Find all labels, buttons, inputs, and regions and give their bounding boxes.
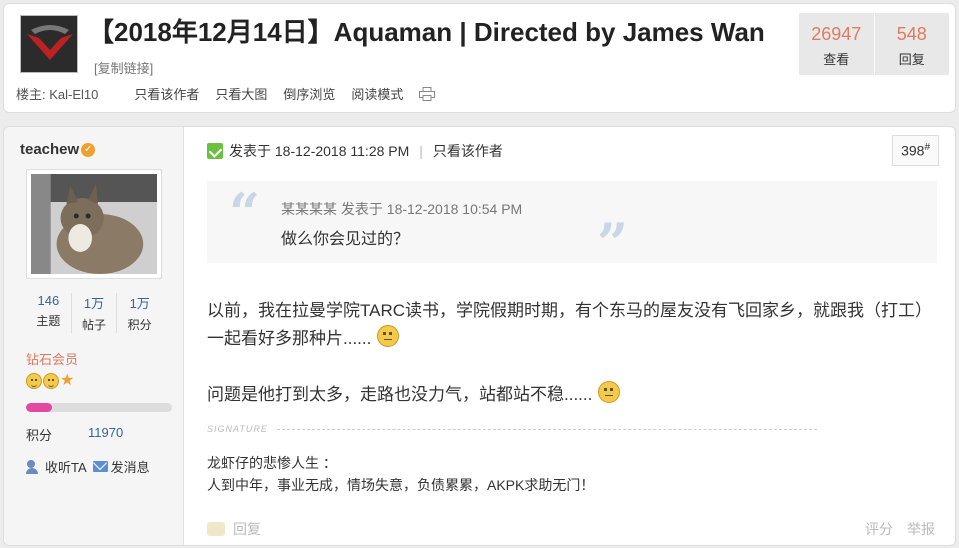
signature-divider [277,429,817,430]
rolling-eyes-emoji-icon [377,325,400,347]
thread-header: 【2018年12月14日】Aquaman | Directed by James… [3,3,956,113]
author-sidebar: teachew ✓ 146 主题 1万 帖子 1万 积分 钻石会员 ★ 积分 1… [4,127,184,545]
level-progress-fill [26,403,53,412]
floor-number-text[interactable]: 398 [901,143,924,159]
meta-separator: | [419,143,423,159]
post-meta: 发表于 18-12-2018 11:28 PM | 只看该作者 [207,141,503,161]
post-paragraph-1: 以前，我在拉曼学院TARC读书，学院假期时期，有个东马的屋友没有飞回家乡，就跟我… [207,297,927,353]
post-paragraph-2: 问题是他打到太多，走路也没力气，站都站不稳...... [207,381,927,409]
views-count: 26947 [811,24,862,44]
thread-logo [20,15,78,73]
view-author-only-link[interactable]: 只看该作者 [433,141,503,161]
post-main: 发表于 18-12-2018 11:28 PM | 只看该作者 398# “ 某… [185,127,955,545]
member-rank[interactable]: 钻石会员 [26,349,78,368]
credits-label: 积分 [127,318,152,332]
view-author-only-link[interactable]: 只看该作者 [134,84,199,103]
follow-button[interactable]: 收听TA [26,457,87,476]
reading-mode-link[interactable]: 阅读模式 [351,84,403,103]
copy-link[interactable]: [复制链接] [94,61,153,76]
view-large-images-link[interactable]: 只看大图 [215,84,267,103]
points-row: 积分 11970 [26,425,166,444]
posts-label: 帖子 [82,318,107,332]
author-avatar[interactable] [26,169,162,279]
thread-stats: 26947 查看 548 回复 [799,13,949,75]
follow-label[interactable]: 收听TA [45,457,87,476]
post-footer-actions: 评分 举报 [865,519,935,539]
credits-count[interactable]: 1万 积分 [116,293,162,333]
follow-icon [26,459,42,474]
quote-text: 做么你会见过的？ [281,231,410,248]
send-message-button[interactable]: 发消息 [92,457,150,476]
thread-meta: 楼主: Kal-El10 只看该作者 只看大图 倒序浏览 阅读模式 [16,84,436,103]
views-stat: 26947 查看 [799,13,874,75]
signature-line-2: 人到中年，事业无成，情场失意，负债累累，AKPK求助无门！ [207,477,595,493]
forum-page: 【2018年12月14日】Aquaman | Directed by James… [0,0,959,548]
replies-stat: 548 回复 [873,13,950,75]
author-counts: 146 主题 1万 帖子 1万 积分 [26,293,162,333]
floor-number[interactable]: 398# [892,135,939,166]
level-progress-bar [26,403,172,412]
signature-line-1: 龙虾仔的悲惨人生 ： [207,455,337,471]
quote-open-icon: “ [229,181,261,245]
post-paragraph-1-text: 以前，我在拉曼学院TARC读书，学院假期时期，有个东马的屋友没有飞回家乡，就跟我… [207,301,924,348]
sad-emoji-icon [598,381,621,403]
floor-hash: # [924,142,930,153]
op-label: 楼主: Kal-El10 [16,87,99,102]
post: teachew ✓ 146 主题 1万 帖子 1万 积分 钻石会员 ★ 积分 1… [3,126,956,546]
posted-time: 发表于 18-12-2018 11:28 PM [229,143,410,159]
reply-label[interactable]: 回复 [233,519,261,539]
verified-icon: ✓ [81,142,96,157]
posts-count[interactable]: 1万 帖子 [70,293,117,333]
posted-icon [207,143,223,159]
topics-value[interactable]: 146 [26,293,71,308]
author-name-text[interactable]: teachew [20,141,79,158]
author-name[interactable]: teachew ✓ [20,141,96,158]
reverse-order-link[interactable]: 倒序浏览 [283,84,335,103]
signature-label: SIGNATURE [207,424,268,434]
rate-button[interactable]: 评分 [865,519,893,539]
smiley-icon [26,373,42,389]
quote-meta: 某某某某 发表于 18-12-2018 10:54 PM [281,201,523,217]
thread-title: 【2018年12月14日】Aquaman | Directed by James… [88,16,768,85]
views-label: 查看 [823,52,850,67]
topics-label: 主题 [36,314,61,328]
smiley-icon [43,373,59,389]
mail-icon [92,461,108,472]
post-paragraph-2-text: 问题是他打到太多，走路也没力气，站都站不稳...... [207,385,593,404]
points-value: 11970 [88,425,124,440]
posts-value[interactable]: 1万 [72,293,117,312]
replies-count: 548 [896,24,927,44]
replies-label: 回复 [898,52,925,67]
reply-button[interactable]: 回复 [207,519,261,539]
points-label: 积分 [26,428,53,443]
send-message-label[interactable]: 发消息 [111,457,150,476]
star-icon: ★ [60,372,75,389]
topics-count[interactable]: 146 主题 [26,293,71,333]
report-button[interactable]: 举报 [907,519,935,539]
reply-icon [207,522,225,536]
quote-close-icon: ” [597,211,629,275]
print-icon[interactable] [419,86,436,101]
author-actions: 收听TA 发消息 [26,457,150,476]
credits-value[interactable]: 1万 [117,293,162,312]
quote-block: “ 某某某某 发表于 18-12-2018 10:54 PM 做么你会见过的？ … [207,181,937,273]
thread-title-text: 【2018年12月14日】Aquaman | Directed by James… [88,17,765,47]
rank-icons: ★ [26,373,74,389]
